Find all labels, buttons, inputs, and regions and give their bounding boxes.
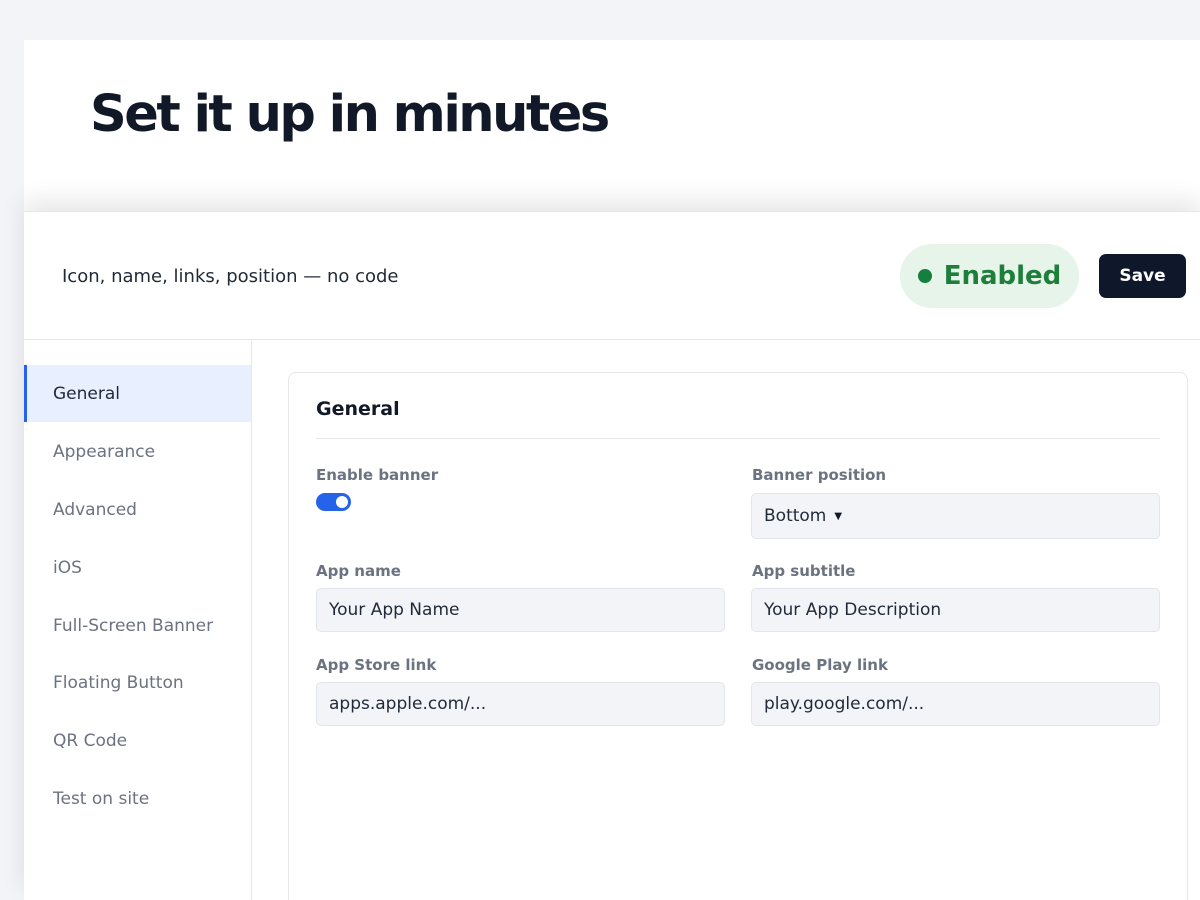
- sidebar-item-full-screen-banner[interactable]: Full-Screen Banner: [24, 597, 251, 654]
- sidebar-item-qr-code[interactable]: QR Code: [24, 712, 251, 769]
- status-label: Enabled: [943, 261, 1062, 291]
- enable-banner-label: Enable banner: [316, 466, 439, 484]
- app-store-link-input[interactable]: apps.apple.com/...: [316, 682, 725, 726]
- app-name-input[interactable]: Your App Name: [316, 588, 725, 632]
- caret-down-icon: ▼: [834, 510, 843, 522]
- banner-position-label: Banner position: [752, 466, 887, 484]
- status-dot-icon: [917, 269, 932, 283]
- sidebar-item-general[interactable]: General: [24, 365, 251, 422]
- app-store-link-label: App Store link: [316, 656, 437, 674]
- save-button[interactable]: Save: [1099, 254, 1186, 298]
- sidebar-item-test-on-site[interactable]: Test on site: [24, 770, 251, 827]
- sidebar-item-ios[interactable]: iOS: [24, 539, 251, 596]
- settings-panel: Icon, name, links, position — no code En…: [24, 211, 1200, 900]
- app-subtitle-label: App subtitle: [752, 562, 856, 580]
- google-play-link-label: Google Play link: [752, 656, 888, 674]
- sidebar-item-advanced[interactable]: Advanced: [24, 481, 251, 538]
- status-badge: Enabled: [900, 244, 1079, 308]
- card-divider: [316, 438, 1160, 439]
- banner-position-value: Bottom: [764, 506, 827, 526]
- hero-section: Set it up in minutes: [24, 40, 1200, 212]
- sidebar-item-floating-button[interactable]: Floating Button: [24, 654, 251, 711]
- enable-banner-toggle[interactable]: [316, 493, 351, 511]
- card-title: General: [316, 398, 400, 420]
- panel-subtitle: Icon, name, links, position — no code: [62, 266, 399, 287]
- panel-header: Icon, name, links, position — no code En…: [24, 212, 1200, 340]
- google-play-link-input[interactable]: play.google.com/...: [751, 682, 1160, 726]
- app-subtitle-input[interactable]: Your App Description: [751, 588, 1160, 632]
- sidebar-nav: General Appearance Advanced iOS Full-Scr…: [24, 341, 252, 900]
- toggle-knob: [336, 496, 348, 508]
- hero-title: Set it up in minutes: [90, 85, 610, 144]
- app-name-label: App name: [316, 562, 401, 580]
- banner-position-select[interactable]: Bottom ▼: [751, 493, 1160, 539]
- sidebar-item-appearance[interactable]: Appearance: [24, 423, 251, 480]
- general-settings-card: General Enable banner Banner position Bo…: [288, 372, 1188, 900]
